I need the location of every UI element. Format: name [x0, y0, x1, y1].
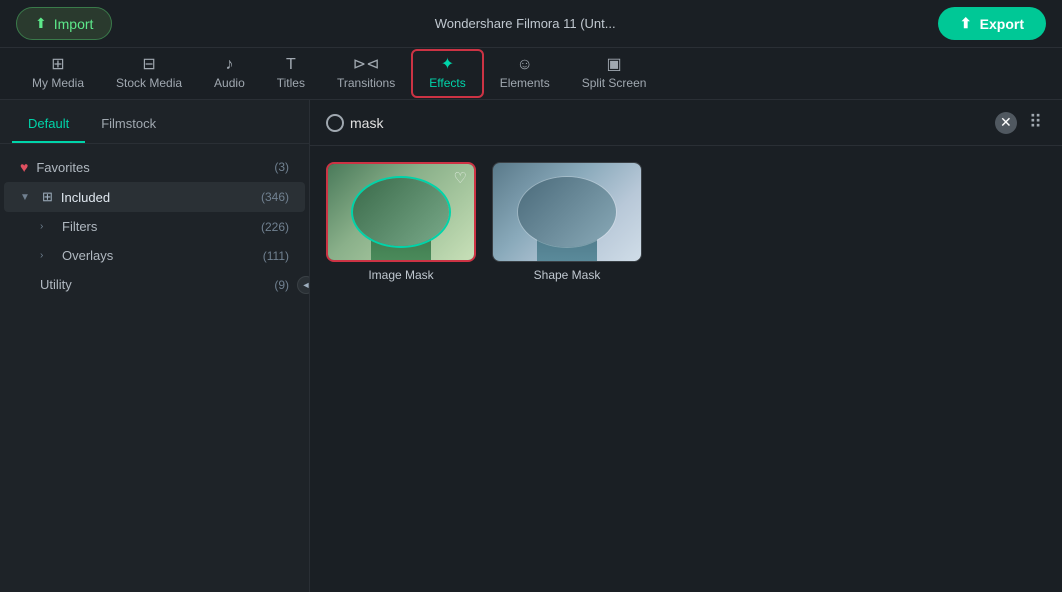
overlays-count: (111) [263, 249, 289, 263]
included-count: (346) [261, 190, 289, 204]
nav-item-split-screen[interactable]: ▣ Split Screen [566, 51, 663, 96]
search-input-wrap [326, 114, 987, 132]
sidebar-item-filters[interactable]: › Filters (226) [4, 212, 305, 241]
main-content: Default Filmstock ♥ Favorites (3) ▼ ⊞ In… [0, 100, 1062, 592]
filters-chevron-right-icon: › [40, 221, 54, 232]
nav-label-audio: Audio [214, 76, 245, 90]
utility-count: (9) [274, 278, 289, 292]
sidebar-collapse-arrow[interactable]: ◄ [297, 276, 309, 294]
nav-item-transitions[interactable]: ⊳⊲ Transitions [321, 51, 411, 96]
included-chevron-down-icon: ▼ [20, 192, 34, 203]
nav-item-elements[interactable]: ☺ Elements [484, 51, 566, 96]
nav-item-audio[interactable]: ♪ Audio [198, 51, 261, 96]
export-icon: ⬆ [960, 15, 972, 32]
overlays-label: Overlays [62, 248, 113, 263]
favorites-label: Favorites [36, 160, 89, 175]
search-icon [326, 114, 344, 132]
nav-label-elements: Elements [500, 76, 550, 90]
nav-label-split-screen: Split Screen [582, 76, 647, 90]
effect-item-shape-mask[interactable]: Shape Mask [492, 162, 642, 282]
included-label: Included [61, 190, 110, 205]
nav-item-stock-media[interactable]: ⊟ Stock Media [100, 51, 198, 96]
nav-label-titles: Titles [277, 76, 305, 90]
import-icon: ⬆ [35, 15, 47, 32]
included-grid-icon: ⊞ [42, 189, 53, 205]
sidebar-tabs: Default Filmstock [0, 100, 309, 144]
utility-label: Utility [40, 277, 72, 292]
app-title: Wondershare Filmora 11 (Unt... [435, 16, 616, 31]
image-mask-favorite-icon[interactable]: ♡ [454, 169, 467, 187]
sidebar-item-utility[interactable]: Utility (9) ◄ [4, 270, 305, 299]
nav-label-transitions: Transitions [337, 76, 395, 90]
grid-view-button[interactable]: ⠿ [1025, 110, 1046, 135]
favorites-heart-icon: ♥ [20, 159, 28, 175]
nav-item-effects[interactable]: ✦ Effects [411, 49, 483, 98]
overlays-chevron-right-icon: › [40, 250, 54, 261]
export-label: Export [980, 16, 1024, 32]
transitions-icon: ⊳⊲ [353, 57, 380, 73]
search-bar: ✕ ⠿ [310, 100, 1062, 146]
elements-icon: ☺ [517, 57, 533, 73]
sidebar-item-favorites[interactable]: ♥ Favorites (3) [4, 152, 305, 182]
titles-icon: T [286, 57, 296, 73]
favorites-count: (3) [274, 160, 289, 174]
stock-media-icon: ⊟ [142, 57, 155, 73]
effects-grid: ♡ Image Mask Shape Mask [310, 146, 1062, 298]
effects-icon: ✦ [441, 57, 454, 73]
image-mask-label: Image Mask [368, 268, 433, 282]
clear-search-button[interactable]: ✕ [995, 112, 1017, 134]
tab-default[interactable]: Default [12, 110, 85, 143]
tab-filmstock[interactable]: Filmstock [85, 110, 172, 143]
nav-label-stock-media: Stock Media [116, 76, 182, 90]
shape-mask-label: Shape Mask [534, 268, 601, 282]
export-button[interactable]: ⬆ Export [938, 7, 1046, 40]
filters-count: (226) [261, 220, 289, 234]
import-button[interactable]: ⬆ Import [16, 7, 112, 40]
top-bar: ⬆ Import Wondershare Filmora 11 (Unt... … [0, 0, 1062, 48]
my-media-icon: ⊞ [51, 57, 64, 73]
nav-label-my-media: My Media [32, 76, 84, 90]
nav-item-titles[interactable]: T Titles [261, 51, 321, 96]
content-panel: ✕ ⠿ ♡ Image Mask [310, 100, 1062, 592]
sidebar-item-included[interactable]: ▼ ⊞ Included (346) [4, 182, 305, 212]
effect-thumb-shape-mask [492, 162, 642, 262]
audio-icon: ♪ [225, 57, 233, 73]
sidebar-list: ♥ Favorites (3) ▼ ⊞ Included (346) › Fil… [0, 144, 309, 592]
nav-bar: ⊞ My Media ⊟ Stock Media ♪ Audio T Title… [0, 48, 1062, 100]
search-input[interactable] [350, 115, 987, 131]
filters-label: Filters [62, 219, 97, 234]
nav-item-my-media[interactable]: ⊞ My Media [16, 51, 100, 96]
split-screen-icon: ▣ [607, 57, 622, 73]
sidebar: Default Filmstock ♥ Favorites (3) ▼ ⊞ In… [0, 100, 310, 592]
nav-label-effects: Effects [429, 76, 465, 90]
effect-item-image-mask[interactable]: ♡ Image Mask [326, 162, 476, 282]
effect-thumb-image-mask: ♡ [326, 162, 476, 262]
import-label: Import [54, 16, 94, 32]
sidebar-item-overlays[interactable]: › Overlays (111) [4, 241, 305, 270]
